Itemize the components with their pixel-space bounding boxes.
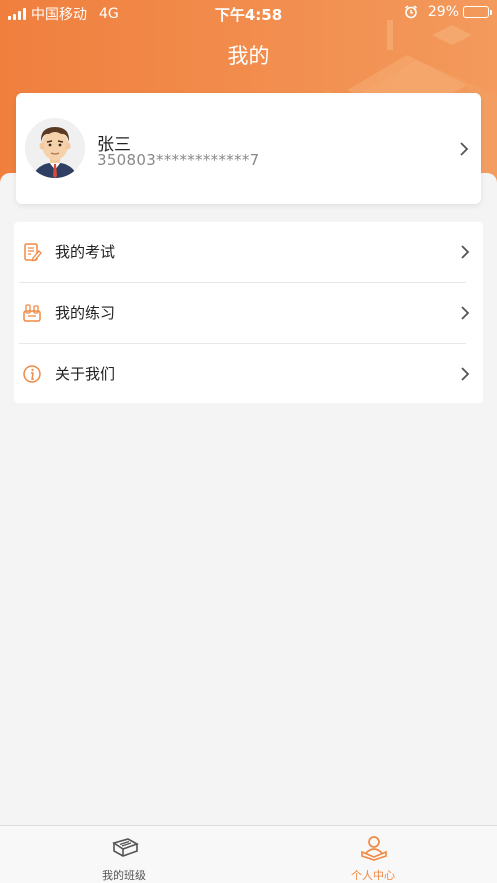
menu-item-label: 关于我们	[55, 365, 116, 383]
menu-item-label: 我的考试	[55, 243, 116, 261]
info-icon	[23, 365, 41, 383]
menu-item-label: 我的练习	[55, 304, 116, 322]
page-title: 我的	[227, 44, 270, 68]
tab-my-class[interactable]: 我的班级	[0, 826, 248, 883]
profile-id-number: 350803************7	[97, 151, 260, 169]
book-icon	[112, 838, 139, 857]
chevron-right-icon	[461, 367, 470, 381]
menu-item-my-exams[interactable]: 我的考试	[14, 222, 483, 282]
tab-label: 个人中心	[351, 869, 395, 882]
menu-item-about-us[interactable]: 关于我们	[14, 344, 483, 404]
chevron-right-icon	[460, 142, 469, 156]
practice-icon	[23, 304, 41, 322]
chevron-right-icon	[461, 245, 470, 259]
battery-percent: 29%	[427, 4, 459, 20]
person-reading-icon	[361, 836, 387, 861]
exam-icon	[24, 243, 42, 262]
tab-personal-center[interactable]: 个人中心	[249, 826, 497, 883]
tab-label: 我的班级	[102, 869, 146, 882]
menu-item-my-practice[interactable]: 我的练习	[14, 283, 483, 343]
status-bar: 中国移动 4G 下午4:58 29%	[0, 0, 497, 26]
menu-list: 我的考试 我的练习 关于我们	[14, 222, 483, 403]
chevron-right-icon	[461, 306, 470, 320]
tab-bar: 我的班级 个人中心	[0, 825, 497, 883]
battery-icon	[463, 6, 492, 18]
avatar	[25, 118, 85, 178]
profile-card[interactable]: 张三 350803************7	[16, 93, 481, 204]
alarm-icon	[404, 5, 417, 19]
